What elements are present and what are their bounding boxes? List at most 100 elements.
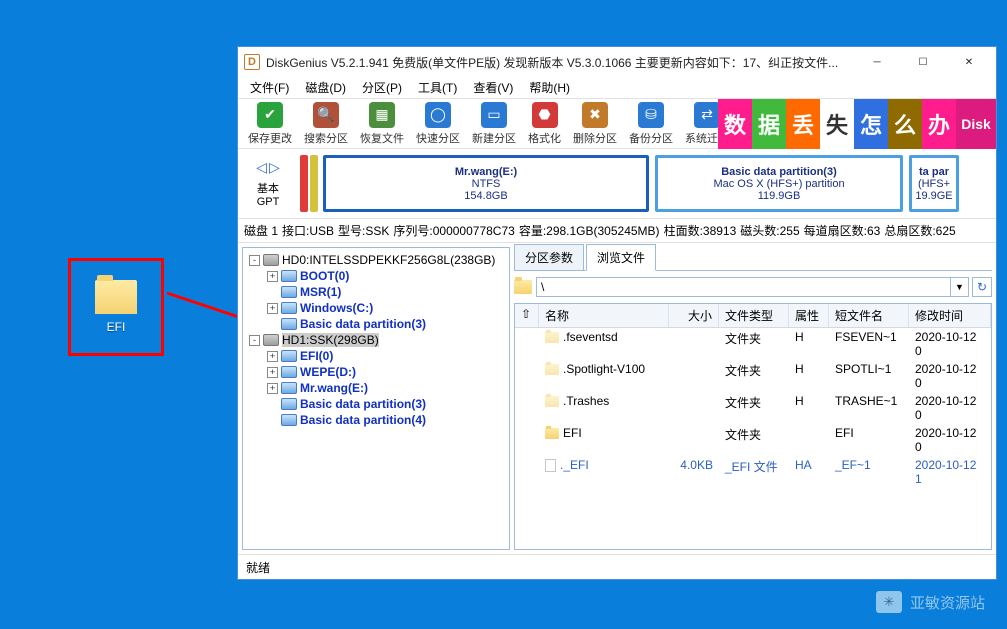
tree-toggle[interactable]: + — [267, 367, 278, 378]
file-row[interactable]: .Trashes文件夹HTRASHE~12020-10-12 0 — [515, 392, 991, 424]
file-row[interactable]: .fseventsd文件夹HFSEVEN~12020-10-12 0 — [515, 328, 991, 360]
tree-row[interactable]: +Mr.wang(E:) — [245, 380, 507, 396]
tree-row[interactable]: + WEPE(D:) — [245, 364, 507, 380]
pathbar: ▼ ↻ — [514, 275, 992, 299]
tree-row[interactable]: Basic data partition(4) — [245, 412, 507, 428]
maximize-button[interactable]: ☐ — [900, 47, 946, 77]
toolbar: ✔保存更改🔍搜索分区▦恢复文件◯快速分区▭新建分区⬣格式化✖删除分区 ⛁ 备份分区 ⇄… — [238, 99, 996, 149]
file-row[interactable]: .Spotlight-V100文件夹HSPOTLI~12020-10-12 0 — [515, 360, 991, 392]
tree-toggle[interactable]: + — [267, 383, 278, 394]
folder-icon — [545, 364, 559, 375]
path-dropdown[interactable]: ▼ — [951, 277, 969, 297]
toolbar-button[interactable]: ⛁ 备份分区 — [623, 100, 679, 148]
disk-scheme-label: GPT — [257, 196, 280, 208]
watermark: ✳ 亚敏资源站 — [876, 591, 985, 613]
toolbar-icon: ✔ — [257, 102, 283, 128]
col-name[interactable]: 名称 — [539, 304, 669, 327]
toolbar-button[interactable]: ▭新建分区 — [466, 100, 522, 148]
file-name: .fseventsd — [563, 330, 618, 344]
path-refresh-icon[interactable]: ↻ — [972, 277, 992, 297]
toolbar-button[interactable]: ✔保存更改 — [242, 100, 298, 148]
tree-toggle[interactable]: + — [267, 303, 278, 314]
partition-strip: ◁ ▷ 基本 GPT Mr.wang(E:)NTFS154.8GBBasic d… — [238, 149, 996, 219]
partition-size: 154.8GB — [464, 190, 507, 202]
desktop-efi-folder[interactable]: EFI — [68, 258, 164, 356]
toolbar-icon: ⇄ — [694, 102, 720, 128]
partition-fs: Mac OS X (HFS+) partition — [713, 178, 844, 190]
partition-block[interactable]: Mr.wang(E:)NTFS154.8GB — [323, 155, 649, 212]
tree-row[interactable]: -HD0:INTELSSDPEKKF256G8L(238GB) — [245, 252, 507, 268]
toolbar-label: 备份分区 — [629, 130, 673, 146]
tree-label: MSR(1) — [300, 285, 341, 299]
file-list[interactable]: ⇧ 名称 大小 文件类型 属性 短文件名 修改时间 .fseventsd文件夹H… — [514, 303, 992, 550]
menu-item[interactable]: 文件(F) — [242, 77, 297, 98]
toolbar-icon: ▭ — [481, 102, 507, 128]
disk-tree[interactable]: -HD0:INTELSSDPEKKF256G8L(238GB) + BOOT(0) M… — [242, 247, 510, 550]
partition-size: 119.9GB — [758, 190, 801, 202]
hdd-icon — [263, 334, 279, 346]
close-button[interactable]: ✕ — [946, 47, 992, 77]
partition-title: ta par — [919, 166, 949, 178]
menu-item[interactable]: 工具(T) — [410, 77, 465, 98]
tree-label: BOOT(0) — [300, 269, 349, 283]
toolbar-button[interactable]: ▦恢复文件 — [354, 100, 410, 148]
path-input[interactable] — [536, 277, 951, 297]
file-name: .Trashes — [563, 394, 609, 408]
promo-char: 怎 — [854, 99, 888, 149]
partition-icon — [281, 382, 297, 394]
tree-row[interactable]: Basic data partition(3) — [245, 316, 507, 332]
tab-browse[interactable]: 浏览文件 — [586, 244, 656, 271]
toolbar-button[interactable]: ⬣格式化 — [522, 100, 567, 148]
menu-item[interactable]: 分区(P) — [354, 77, 410, 98]
col-attr[interactable]: 属性 — [789, 304, 829, 327]
tree-toggle[interactable]: - — [249, 335, 260, 346]
toolbar-button[interactable]: ✖删除分区 — [567, 100, 623, 148]
next-bar-icon[interactable]: ▷ — [269, 159, 280, 176]
file-list-header: ⇧ 名称 大小 文件类型 属性 短文件名 修改时间 — [515, 304, 991, 328]
partition-block[interactable]: Basic data partition(3)Mac OS X (HFS+) p… — [655, 155, 903, 212]
file-row[interactable]: ._EFI4.0KB_EFI 文件HA_EF~12020-10-12 1 — [515, 456, 991, 488]
toolbar-button[interactable]: ◯快速分区 — [410, 100, 466, 148]
promo-char: 丢 — [786, 99, 820, 149]
tree-row[interactable]: Basic data partition(3) — [245, 396, 507, 412]
tree-label: WEPE(D:) — [300, 365, 356, 379]
toolbar-icon: 🔍 — [313, 102, 339, 128]
col-type[interactable]: 文件类型 — [719, 304, 789, 327]
partition-fs: (HFS+ — [918, 178, 950, 190]
file-row[interactable]: EFI文件夹EFI2020-10-12 0 — [515, 424, 991, 456]
tab-params[interactable]: 分区参数 — [514, 244, 584, 270]
toolbar-button[interactable]: 🔍搜索分区 — [298, 100, 354, 148]
folder-icon — [95, 280, 137, 314]
tree-toggle[interactable]: + — [267, 271, 278, 282]
partition-size: 19.9GE — [915, 190, 952, 202]
tree-row[interactable]: +EFI(0) — [245, 348, 507, 364]
toolbar-icon: ◯ — [425, 102, 451, 128]
promo-disk: Disk — [956, 99, 996, 149]
menu-item[interactable]: 磁盘(D) — [297, 77, 354, 98]
tree-row[interactable]: -HD1:SSK(298GB) — [245, 332, 507, 348]
partition-title: Basic data partition(3) — [721, 166, 837, 178]
prev-bar-icon[interactable]: ◁ — [256, 159, 267, 176]
file-icon — [545, 459, 556, 472]
folder-icon — [545, 332, 559, 343]
tree-row[interactable]: + BOOT(0) — [245, 268, 507, 284]
col-short[interactable]: 短文件名 — [829, 304, 909, 327]
menu-item[interactable]: 帮助(H) — [521, 77, 578, 98]
partition-block[interactable]: ta par(HFS+19.9GE — [909, 155, 959, 212]
up-button[interactable]: ⇧ — [515, 304, 539, 327]
menu-item[interactable]: 查看(V) — [465, 77, 521, 98]
toolbar-label: 删除分区 — [573, 130, 617, 146]
toolbar-icon: ⛁ — [638, 102, 664, 128]
col-date[interactable]: 修改时间 — [909, 304, 991, 327]
partition-icon — [281, 302, 297, 314]
col-size[interactable]: 大小 — [669, 304, 719, 327]
tree-row[interactable]: +Windows(C:) — [245, 300, 507, 316]
file-name: ._EFI — [560, 458, 589, 472]
partition-icon — [281, 318, 297, 330]
tree-row[interactable]: MSR(1) — [245, 284, 507, 300]
tree-toggle[interactable]: - — [249, 255, 260, 266]
minimize-button[interactable]: ─ — [854, 47, 900, 77]
toolbar-icon: ▦ — [369, 102, 395, 128]
tree-toggle[interactable]: + — [267, 351, 278, 362]
menubar: 文件(F)磁盘(D)分区(P)工具(T)查看(V)帮助(H) — [238, 77, 996, 99]
